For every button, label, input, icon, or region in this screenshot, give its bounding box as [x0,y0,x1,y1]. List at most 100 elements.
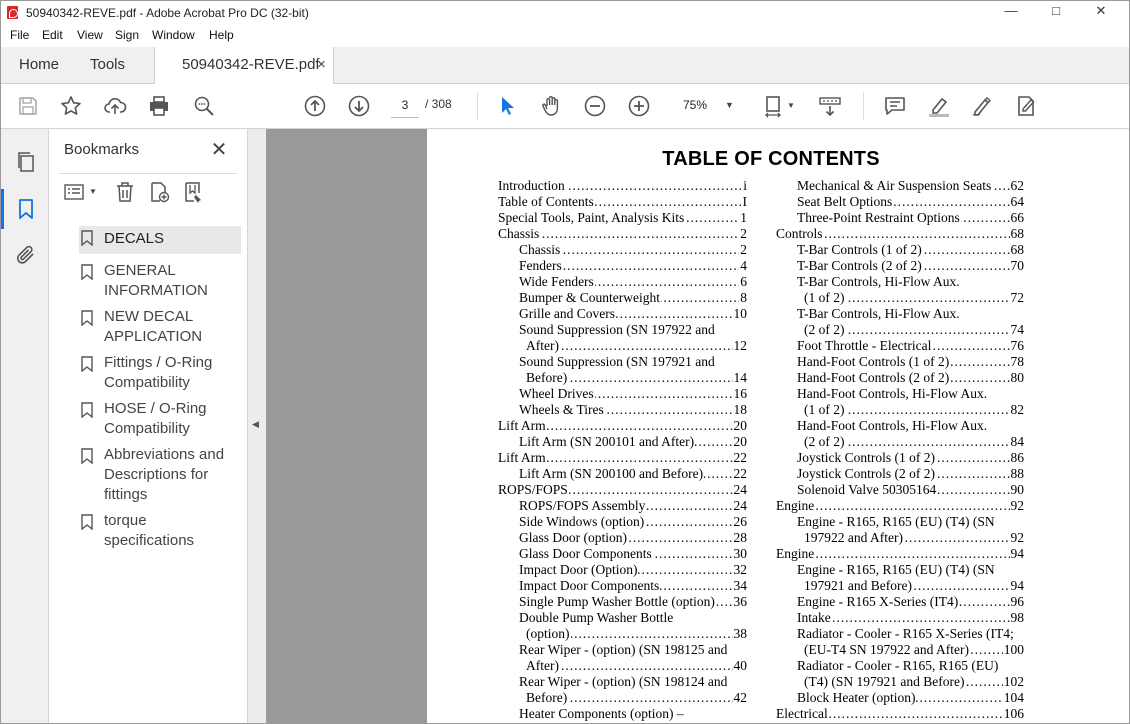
bookmark-item-new-decal-application[interactable]: NEW DECAL APPLICATION [79,307,241,347]
toc-entry[interactable]: ........................................… [776,546,1024,562]
toc-entry[interactable]: ........................................… [498,370,747,386]
toc-entry[interactable]: ........................................… [776,482,1024,498]
bookmark-item-abbreviations[interactable]: Abbreviations and Descriptions for fitti… [79,445,241,505]
tab-home[interactable]: Home [19,47,59,83]
toc-entry[interactable]: ........................................… [776,674,1024,690]
toc-entry[interactable]: ........................................… [498,210,747,226]
toc-entry[interactable]: ........................................… [498,658,747,674]
comment-icon[interactable] [883,94,907,118]
menu-edit[interactable]: Edit [42,28,63,42]
toc-entry[interactable]: ........................................… [776,434,1024,450]
next-page-icon[interactable] [347,94,371,118]
zoom-out-icon[interactable] [583,94,607,118]
page-thumbnails-icon[interactable] [14,150,38,174]
toc-entry[interactable]: ........................................… [776,690,1024,706]
toc-entry[interactable]: ........................................… [776,258,1024,274]
toc-entry[interactable]: ........................................… [776,402,1024,418]
menu-file[interactable]: File [10,28,29,42]
toc-entry[interactable]: Hand-Foot Controls, Hi-Flow Aux. [776,418,1024,434]
zoom-in-icon[interactable] [627,94,651,118]
toc-entry[interactable]: ........................................… [776,354,1024,370]
toc-entry[interactable]: ........................................… [498,194,747,210]
toc-entry[interactable]: ........................................… [776,642,1024,658]
toc-entry[interactable]: ........................................… [498,178,747,194]
chevron-down-icon[interactable]: ▼ [787,101,795,110]
toc-entry[interactable]: ........................................… [776,178,1024,194]
toc-entry[interactable]: Rear Wiper - (option) (SN 198125 and [498,642,747,658]
minimize-icon[interactable]: — [991,3,1031,18]
toc-entry[interactable]: ........................................… [498,594,747,610]
highlight-pen-icon[interactable] [927,94,951,118]
close-icon[interactable]: ✕ [209,137,229,162]
toc-entry[interactable]: ........................................… [498,226,747,242]
toc-entry[interactable]: ........................................… [776,242,1024,258]
collapse-panel-arrow-icon[interactable]: ◀ [252,419,259,430]
bookmark-item-torque-specifications[interactable]: torque specifications [79,511,241,551]
delete-trash-icon[interactable] [113,180,137,204]
toc-entry[interactable]: ........................................… [776,210,1024,226]
toc-entry[interactable]: ........................................… [498,514,747,530]
upload-cloud-icon[interactable] [103,94,127,118]
bookmark-item-decals[interactable]: DECALS [79,226,241,254]
page-number-input[interactable]: 3 [391,93,419,118]
menu-view[interactable]: View [77,28,103,42]
toc-entry[interactable]: ........................................… [498,482,747,498]
toc-entry[interactable]: ........................................… [776,290,1024,306]
page-fit-icon[interactable] [763,94,787,118]
toc-entry[interactable]: Double Pump Washer Bottle [498,610,747,626]
toc-entry[interactable]: ........................................… [776,706,1024,722]
toc-entry[interactable]: ........................................… [498,402,747,418]
toc-entry[interactable]: ........................................… [776,466,1024,482]
toc-entry[interactable]: ........................................… [498,290,747,306]
toc-entry[interactable]: ........................................… [776,594,1024,610]
print-icon[interactable] [147,94,171,118]
toc-entry[interactable]: T-Bar Controls, Hi-Flow Aux. [776,274,1024,290]
maximize-icon[interactable]: □ [1036,3,1076,18]
toc-entry[interactable]: ........................................… [498,274,747,290]
bookmark-properties-icon[interactable] [181,180,205,204]
toc-entry[interactable]: ........................................… [498,418,747,434]
toc-entry[interactable]: ........................................… [498,386,747,402]
toc-entry[interactable]: ........................................… [498,466,747,482]
draw-pen-icon[interactable] [970,94,994,118]
zoom-level-dropdown[interactable]: 75% ▼ [677,93,743,117]
hand-tool-icon[interactable] [539,94,563,118]
toc-entry[interactable]: ........................................… [498,242,747,258]
toc-entry[interactable]: Rear Wiper - (option) (SN 198124 and [498,674,747,690]
menu-window[interactable]: Window [152,28,195,42]
toc-entry[interactable]: Radiator - Cooler - R165 X-Series (IT4; [776,626,1024,642]
previous-page-icon[interactable] [303,94,327,118]
bookmarks-icon[interactable] [14,197,38,221]
toc-entry[interactable]: Hand-Foot Controls, Hi-Flow Aux. [776,386,1024,402]
toc-entry[interactable]: ........................................… [498,530,747,546]
toc-entry[interactable]: ........................................… [498,450,747,466]
attachments-paperclip-icon[interactable] [14,243,38,267]
tab-tools[interactable]: Tools [90,47,125,83]
toc-entry[interactable]: ........................................… [498,626,747,642]
toc-entry[interactable]: ........................................… [776,450,1024,466]
options-list-icon[interactable] [63,180,87,204]
scroll-mode-icon[interactable] [818,94,842,118]
toc-entry[interactable]: ........................................… [498,562,747,578]
menu-sign[interactable]: Sign [115,28,139,42]
chevron-down-icon[interactable]: ▼ [89,187,97,196]
bookmark-star-icon[interactable] [59,94,83,118]
toc-entry[interactable]: ........................................… [776,498,1024,514]
close-window-icon[interactable]: ✕ [1081,3,1121,19]
toc-entry[interactable]: ........................................… [498,578,747,594]
toc-entry[interactable]: Engine - R165, R165 (EU) (T4) (SN [776,514,1024,530]
toc-entry[interactable]: ........................................… [776,530,1024,546]
tab-close-icon[interactable]: × [317,47,326,83]
panel-splitter[interactable]: ◀ [247,129,267,723]
bookmark-item-fittings-o-ring[interactable]: Fittings / O-Ring Compatibility [79,353,241,393]
toc-entry[interactable]: Sound Suppression (SN 197921 and [498,354,747,370]
toc-entry[interactable]: ........................................… [498,258,747,274]
toc-entry[interactable]: T-Bar Controls, Hi-Flow Aux. [776,306,1024,322]
select-cursor-icon[interactable] [495,94,519,118]
tab-document[interactable]: 50940342-REVE.pdf × [154,47,334,84]
toc-entry[interactable]: ........................................… [776,370,1024,386]
toc-entry[interactable]: Radiator - Cooler - R165, R165 (EU) [776,658,1024,674]
toc-entry[interactable]: Heater Components (option) – [498,706,747,722]
save-icon[interactable] [16,94,40,118]
toc-entry[interactable]: ........................................… [776,578,1024,594]
